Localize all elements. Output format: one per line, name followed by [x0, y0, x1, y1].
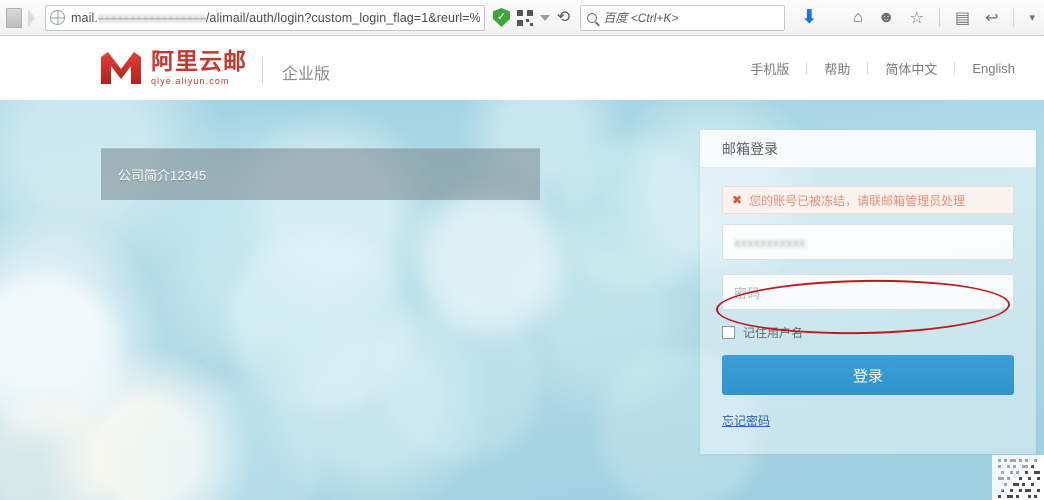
- bokeh-circle: [380, 300, 540, 460]
- alibaba-mail-m-logo-icon: [100, 50, 142, 86]
- globe-icon: [50, 10, 65, 25]
- password-input-placeholder: 密码: [734, 283, 760, 302]
- login-submit-button[interactable]: 登录: [722, 355, 1014, 395]
- bokeh-circle: [0, 280, 120, 430]
- qrcode-icon[interactable]: [517, 10, 533, 26]
- address-bar-actions: ⟳: [493, 8, 570, 27]
- nav-mobile[interactable]: 手机版: [733, 59, 806, 78]
- edition-label: 企业版: [282, 60, 330, 84]
- browser-action-icons: ⌂ ☻ ☆ ▤ ↩ ▾: [853, 8, 1035, 28]
- logo-title: 阿里云邮: [151, 51, 247, 74]
- login-form: ✖ 您的账号已被冻结，请联邮箱管理员处理 xxxxxxxxxxx 密码 记住用户…: [700, 168, 1036, 454]
- site-header: 阿里云邮 qiye.aliyun.com 企业版 手机版 帮助 简体中文 Eng…: [0, 36, 1044, 100]
- search-input-placeholder: 百度 <Ctrl+K>: [603, 9, 678, 26]
- bokeh-circle: [150, 380, 320, 500]
- address-bar[interactable]: mail.xxxxxxxxxxxxxxxxx/alimail/auth/logi…: [45, 5, 485, 31]
- url-redacted-segment: xxxxxxxxxxxxxxxxx: [98, 11, 206, 25]
- bokeh-circle: [560, 140, 710, 290]
- toolbar-divider: [939, 8, 940, 27]
- toolbar-divider: [1013, 8, 1014, 27]
- forgot-password-link[interactable]: 忘记密码: [722, 412, 770, 429]
- nav-lang-zh[interactable]: 简体中文: [868, 59, 954, 78]
- nav-lang-en[interactable]: English: [955, 61, 1032, 76]
- tab-stub[interactable]: [6, 8, 22, 28]
- tab-separator-icon: [28, 9, 35, 27]
- hero-background: 公司简介12345 邮箱登录 ✖ 您的账号已被冻结，请联邮箱管理员处理 xxxx…: [0, 100, 1044, 500]
- login-panel-header: 邮箱登录: [700, 130, 1036, 168]
- remember-username-checkbox[interactable]: [722, 326, 735, 339]
- home-icon[interactable]: ⌂: [853, 9, 863, 27]
- clipboard-icon[interactable]: ▤: [955, 8, 970, 28]
- bokeh-circle: [420, 190, 560, 330]
- logo-divider: [262, 57, 263, 83]
- search-icon: [587, 13, 597, 23]
- qrcode-watermark: [992, 455, 1044, 500]
- login-panel-title: 邮箱登录: [722, 139, 778, 159]
- bokeh-circle: [230, 230, 410, 410]
- logo-domain: qiye.aliyun.com: [151, 77, 247, 86]
- login-panel: 邮箱登录 ✖ 您的账号已被冻结，请联邮箱管理员处理 xxxxxxxxxxx 密码…: [700, 130, 1036, 454]
- browser-toolbar: mail.xxxxxxxxxxxxxxxxx/alimail/auth/logi…: [0, 0, 1044, 36]
- error-alert-text: 您的账号已被冻结，请联邮箱管理员处理: [749, 192, 965, 209]
- nav-help[interactable]: 帮助: [807, 59, 867, 78]
- error-x-icon: ✖: [732, 194, 742, 206]
- address-bar-url: mail.xxxxxxxxxxxxxxxxx/alimail/auth/logi…: [71, 11, 480, 25]
- download-arrow-icon[interactable]: ⬇: [801, 8, 817, 27]
- search-box[interactable]: 百度 <Ctrl+K>: [580, 5, 785, 31]
- remember-username-row[interactable]: 记住用户名: [722, 324, 1014, 341]
- company-intro-box: 公司简介12345: [101, 148, 540, 200]
- company-intro-text: 公司简介12345: [118, 165, 206, 184]
- bookmark-star-icon[interactable]: ☆: [910, 8, 924, 28]
- header-nav: 手机版 帮助 简体中文 English: [733, 59, 1032, 78]
- browser-window: mail.xxxxxxxxxxxxxxxxx/alimail/auth/logi…: [0, 0, 1044, 500]
- username-input[interactable]: xxxxxxxxxxx: [722, 224, 1014, 260]
- site-logo[interactable]: 阿里云邮 qiye.aliyun.com 企业版: [100, 50, 330, 86]
- password-input[interactable]: 密码: [722, 274, 1014, 310]
- chevron-down-icon[interactable]: [540, 15, 550, 21]
- overflow-chevron-icon[interactable]: ▾: [1029, 11, 1035, 24]
- shield-check-icon[interactable]: [493, 8, 510, 27]
- logo-text: 阿里云邮 qiye.aliyun.com: [151, 51, 247, 86]
- smiley-chat-icon[interactable]: ☻: [878, 9, 895, 27]
- bokeh-circle: [0, 400, 110, 500]
- undo-arrow-icon[interactable]: ↩: [985, 8, 998, 28]
- remember-username-label: 记住用户名: [743, 324, 803, 341]
- username-input-value: xxxxxxxxxxx: [734, 235, 806, 250]
- reload-icon[interactable]: ⟳: [557, 10, 570, 26]
- error-alert: ✖ 您的账号已被冻结，请联邮箱管理员处理: [722, 186, 1014, 214]
